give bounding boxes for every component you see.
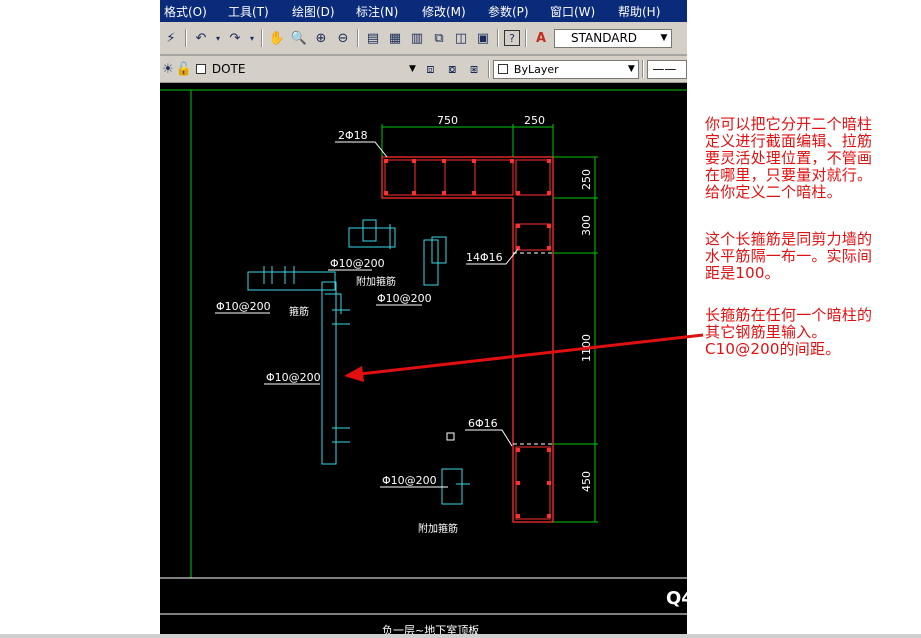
status-strip — [0, 634, 921, 638]
annotation-note-2: 这个长箍筋是同剪力墙的 水平筋隔一布一。实际间 距是100。 — [705, 230, 873, 282]
annotation-note-1: 你可以把它分开二个暗柱 定义进行截面编辑、拉筋 要灵活处理位置，不管画 在哪里，… — [705, 115, 873, 201]
annotation-arrow-line — [359, 333, 704, 376]
annotation-note-3: 长箍筋在任何一个暗柱的 其它钢筋里输入。 C10@200的间距。 — [705, 306, 873, 358]
annotation-arrow-head — [344, 366, 364, 382]
